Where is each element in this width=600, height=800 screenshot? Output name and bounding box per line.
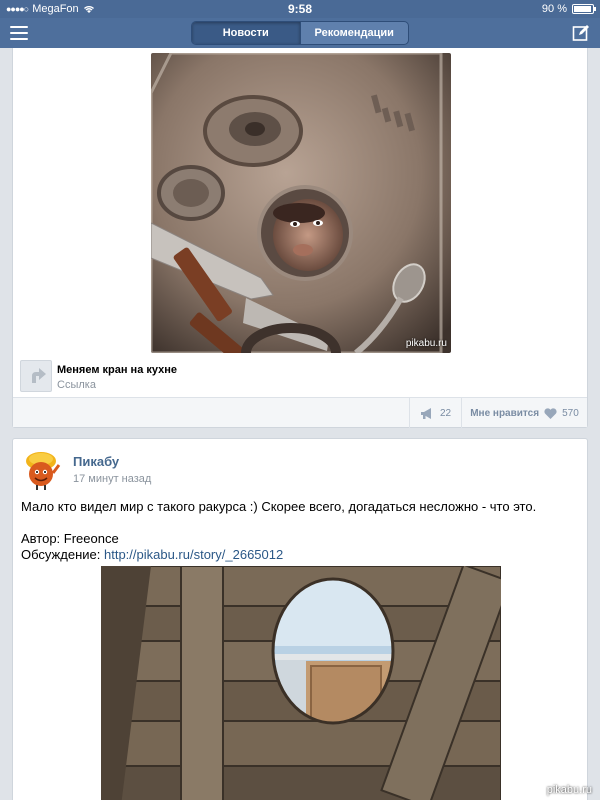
link-title[interactable]: Меняем кран на кухне	[57, 364, 177, 376]
compose-icon[interactable]	[572, 24, 590, 42]
toilet-image	[101, 566, 501, 800]
post-author[interactable]: Пикабу	[73, 454, 119, 469]
link-type: Ссылка	[57, 379, 96, 391]
tab-recommendations[interactable]: Рекомендации	[301, 22, 409, 44]
page-watermark: pikabu.ru	[546, 784, 592, 796]
post-time[interactable]: 17 минут назад	[73, 473, 151, 485]
post-action-bar: 22 Мне нравится 570	[13, 397, 587, 428]
megaphone-icon	[420, 407, 431, 419]
status-bar: ●●●●○ MegaFon 9:58 90 %	[0, 0, 600, 18]
post-card: pikabu.ru Меняем кран на кухне Ссылка 22…	[12, 48, 588, 428]
like-count: 570	[562, 407, 579, 419]
link-arrow-icon	[20, 360, 52, 392]
link-attachment[interactable]: Меняем кран на кухне Ссылка	[20, 360, 580, 394]
post-discussion-line: Обсуждение: http://pikabu.ru/story/_2665…	[21, 547, 579, 563]
feed-segmented-control: Новости Рекомендации	[191, 21, 409, 45]
discussion-label: Обсуждение:	[21, 547, 101, 562]
share-button[interactable]: 22	[409, 398, 461, 428]
post-text: Мало кто видел мир с такого ракурса :) С…	[21, 499, 579, 563]
heart-icon	[544, 407, 557, 419]
battery-percent: 90 %	[541, 3, 567, 15]
post-photo-sink[interactable]: pikabu.ru	[151, 53, 451, 353]
sink-image	[151, 53, 451, 353]
nav-bar: Новости Рекомендации	[0, 18, 600, 48]
author-avatar[interactable]	[21, 447, 65, 491]
tab-news[interactable]: Новости	[192, 22, 301, 44]
discussion-link[interactable]: http://pikabu.ru/story/_2665012	[104, 547, 283, 562]
status-time: 9:58	[287, 2, 313, 16]
like-label: Мне нравится	[470, 407, 540, 419]
photo-watermark: pikabu.ru	[405, 338, 447, 349]
status-right: 90 %	[541, 3, 596, 15]
like-button[interactable]: Мне нравится 570	[461, 398, 587, 428]
hamburger-icon[interactable]	[10, 26, 28, 40]
post-body: Мало кто видел мир с такого ракурса :) С…	[21, 499, 537, 514]
text-spacer	[21, 515, 579, 531]
share-count: 22	[439, 407, 452, 419]
post-author-line: Автор: Freeonce	[21, 531, 119, 546]
post-card: Пикабу 17 минут назад Мало кто видел мир…	[12, 438, 588, 800]
news-feed[interactable]: pikabu.ru Меняем кран на кухне Ссылка 22…	[0, 48, 600, 800]
post-photo-toilet[interactable]	[101, 566, 501, 800]
battery-icon	[572, 4, 596, 14]
